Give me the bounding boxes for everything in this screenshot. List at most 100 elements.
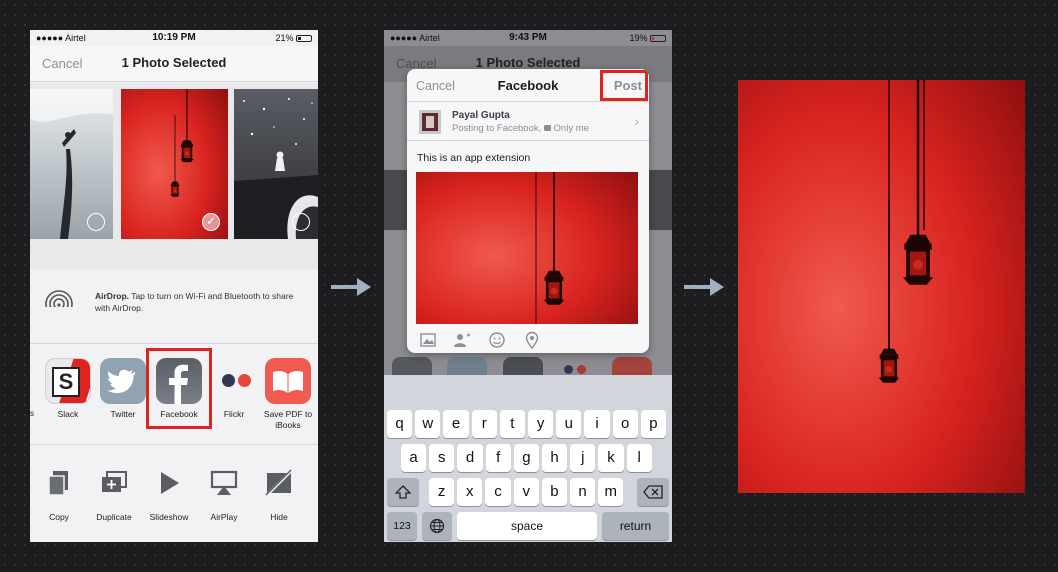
- shift-icon: [394, 485, 412, 499]
- facebook-compose-sheet: Cancel Facebook Post Payal Gupta Posting…: [407, 69, 649, 353]
- key-b[interactable]: b: [541, 478, 567, 506]
- battery-percent: 21%: [275, 33, 294, 43]
- key-i[interactable]: i: [584, 410, 610, 438]
- shift-key[interactable]: [387, 478, 419, 506]
- action-hide[interactable]: Hide: [251, 468, 307, 522]
- status-bar: ●●●●● Airtel 9:43 PM 19%: [384, 30, 672, 46]
- numbers-key[interactable]: 123: [387, 512, 417, 540]
- post-message[interactable]: This is an app extension: [417, 152, 530, 164]
- action-copy[interactable]: Copy: [31, 468, 87, 522]
- airdrop-description: AirDrop. Tap to turn on Wi-Fi and Blueto…: [95, 290, 310, 314]
- emoji-icon[interactable]: [488, 331, 506, 349]
- app-twitter[interactable]: Twitter: [93, 358, 153, 420]
- posting-destination: Posting to Facebook, Only me: [452, 123, 589, 134]
- dimmed-title: 1 Photo Selected: [475, 55, 581, 70]
- delete-key[interactable]: [637, 478, 669, 506]
- arrow-right-icon: [684, 278, 724, 296]
- space-key[interactable]: space: [457, 512, 597, 540]
- battery-indicator: 19%: [629, 33, 666, 43]
- avatar: [419, 110, 441, 134]
- app-slack[interactable]: S Slack: [38, 358, 98, 420]
- photo-thumb-3[interactable]: [234, 89, 318, 239]
- photo-thumb-2[interactable]: ✓: [121, 89, 228, 239]
- selected-check-icon[interactable]: ✓: [202, 213, 220, 231]
- key-n[interactable]: n: [570, 478, 596, 506]
- key-z[interactable]: z: [429, 478, 455, 506]
- app-label: Flickr: [223, 409, 245, 419]
- photo-picker-strip: ✓: [30, 83, 318, 269]
- action-airplay[interactable]: AirPlay: [196, 468, 252, 522]
- key-v[interactable]: v: [513, 478, 539, 506]
- action-label: Duplicate: [96, 512, 132, 522]
- twitter-icon: [100, 358, 146, 404]
- backspace-icon: [643, 485, 663, 499]
- share-apps-row: s S Slack Twitter Facebook Flickr Save P…: [30, 345, 318, 445]
- slack-icon: S: [45, 358, 91, 404]
- share-sheet-screen: ●●●●● Airtel 10:19 PM 21% Cancel 1 Photo…: [30, 30, 318, 542]
- key-q[interactable]: q: [387, 410, 413, 438]
- key-u[interactable]: u: [556, 410, 582, 438]
- tag-people-icon[interactable]: [453, 331, 471, 349]
- key-s[interactable]: s: [429, 444, 455, 472]
- action-duplicate[interactable]: Duplicate: [86, 468, 142, 522]
- key-d[interactable]: d: [457, 444, 483, 472]
- key-h[interactable]: h: [542, 444, 568, 472]
- key-g[interactable]: g: [513, 444, 539, 472]
- location-icon[interactable]: [523, 331, 541, 349]
- key-t[interactable]: t: [499, 410, 525, 438]
- key-r[interactable]: r: [471, 410, 497, 438]
- duplicate-icon: [102, 471, 127, 492]
- status-bar: ●●●●● Airtel 10:19 PM 21%: [30, 30, 318, 46]
- key-f[interactable]: f: [485, 444, 511, 472]
- key-e[interactable]: e: [443, 410, 469, 438]
- battery-indicator: 21%: [275, 33, 312, 43]
- battery-percent: 19%: [629, 33, 648, 43]
- privacy-label: Only me: [553, 123, 589, 134]
- action-label: Copy: [49, 512, 69, 522]
- key-x[interactable]: x: [457, 478, 483, 506]
- key-j[interactable]: j: [570, 444, 596, 472]
- key-m[interactable]: m: [598, 478, 624, 506]
- key-k[interactable]: k: [598, 444, 624, 472]
- action-slideshow[interactable]: Slideshow: [141, 468, 197, 522]
- app-label: Slack: [57, 409, 79, 419]
- post-highlight-box: [600, 70, 648, 101]
- chevron-right-icon: ›: [634, 113, 639, 129]
- select-circle[interactable]: [87, 213, 105, 231]
- app-flickr[interactable]: Flickr: [204, 358, 264, 420]
- copy-icon: [48, 471, 68, 496]
- app-ibooks[interactable]: Save PDF to iBooks: [258, 358, 318, 431]
- facebook-compose-screen: ●●●●● Airtel 9:43 PM 19% Cancel 1 Photo …: [384, 30, 672, 542]
- account-name: Payal Gupta: [452, 110, 510, 121]
- key-y[interactable]: y: [528, 410, 554, 438]
- globe-icon: [429, 518, 445, 534]
- play-icon: [161, 472, 179, 494]
- lock-icon: [543, 125, 551, 131]
- key-o[interactable]: o: [612, 410, 638, 438]
- key-a[interactable]: a: [401, 444, 427, 472]
- share-header: Cancel 1 Photo Selected: [30, 46, 318, 82]
- key-w[interactable]: w: [415, 410, 441, 438]
- compose-header: Cancel Facebook Post: [407, 69, 649, 102]
- app-label: Save PDF to iBooks: [263, 409, 313, 430]
- select-circle[interactable]: [292, 213, 310, 231]
- airdrop-title: AirDrop.: [95, 291, 129, 301]
- posting-to-label: Posting to Facebook,: [452, 123, 542, 134]
- airdrop-row[interactable]: AirDrop. Tap to turn on Wi-Fi and Blueto…: [30, 269, 318, 344]
- facebook-highlight-box: [146, 348, 212, 429]
- key-c[interactable]: c: [485, 478, 511, 506]
- page-title: 1 Photo Selected: [121, 55, 227, 70]
- action-label: Hide: [270, 512, 288, 522]
- app-label: Twitter: [110, 409, 136, 419]
- photo-thumb-1[interactable]: [30, 89, 113, 239]
- key-l[interactable]: l: [626, 444, 652, 472]
- ibooks-icon: [265, 358, 311, 404]
- photo-icon[interactable]: [419, 331, 437, 349]
- action-label: Slideshow: [149, 512, 189, 522]
- shared-photo-result: [738, 80, 1025, 493]
- return-key[interactable]: return: [602, 512, 669, 540]
- flickr-icon: [211, 358, 257, 404]
- key-p[interactable]: p: [640, 410, 666, 438]
- globe-key[interactable]: [422, 512, 452, 540]
- account-row[interactable]: Payal Gupta Posting to Facebook, Only me…: [407, 103, 649, 141]
